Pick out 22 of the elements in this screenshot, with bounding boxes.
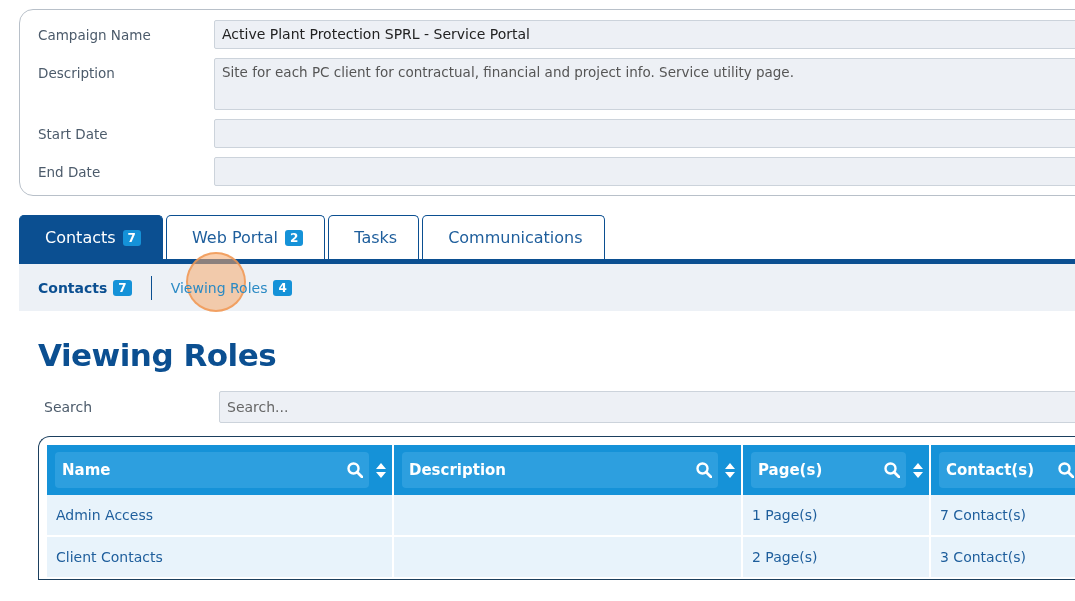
tab[interactable]: Web Portal 2 — [165, 215, 326, 259]
tab[interactable]: Tasks — [328, 215, 420, 259]
count-badge: 7 — [122, 229, 141, 246]
field-label: End Date — [38, 163, 102, 180]
description-field[interactable]: Site for each PC client for contractual, financial and project info. Service utility page. — [214, 58, 1075, 110]
field-label: Description — [38, 64, 116, 81]
search-field[interactable]: Search... — [219, 391, 1075, 423]
tab[interactable]: Contacts 7 — [19, 215, 163, 259]
count-badge: 7 — [113, 279, 132, 296]
subtab[interactable]: Contacts 7 — [38, 279, 132, 296]
table-link[interactable]: 2 Page(s) — [752, 549, 818, 565]
page-heading: Viewing Roles — [38, 336, 278, 375]
table-link[interactable]: Client Contacts — [56, 549, 163, 565]
table-link[interactable]: Admin Access — [56, 507, 153, 523]
count-badge: 4 — [273, 279, 292, 296]
table-link[interactable]: 1 Page(s) — [752, 507, 818, 523]
count-badge: 2 — [284, 229, 304, 246]
field-label: Start Date — [38, 125, 109, 142]
text-field[interactable]: Active Plant Protection SPRL - Service Portal — [214, 20, 1075, 49]
search-label: Search — [44, 399, 94, 415]
tab[interactable]: Communications — [422, 215, 605, 259]
field-label: Campaign Name — [38, 26, 152, 43]
